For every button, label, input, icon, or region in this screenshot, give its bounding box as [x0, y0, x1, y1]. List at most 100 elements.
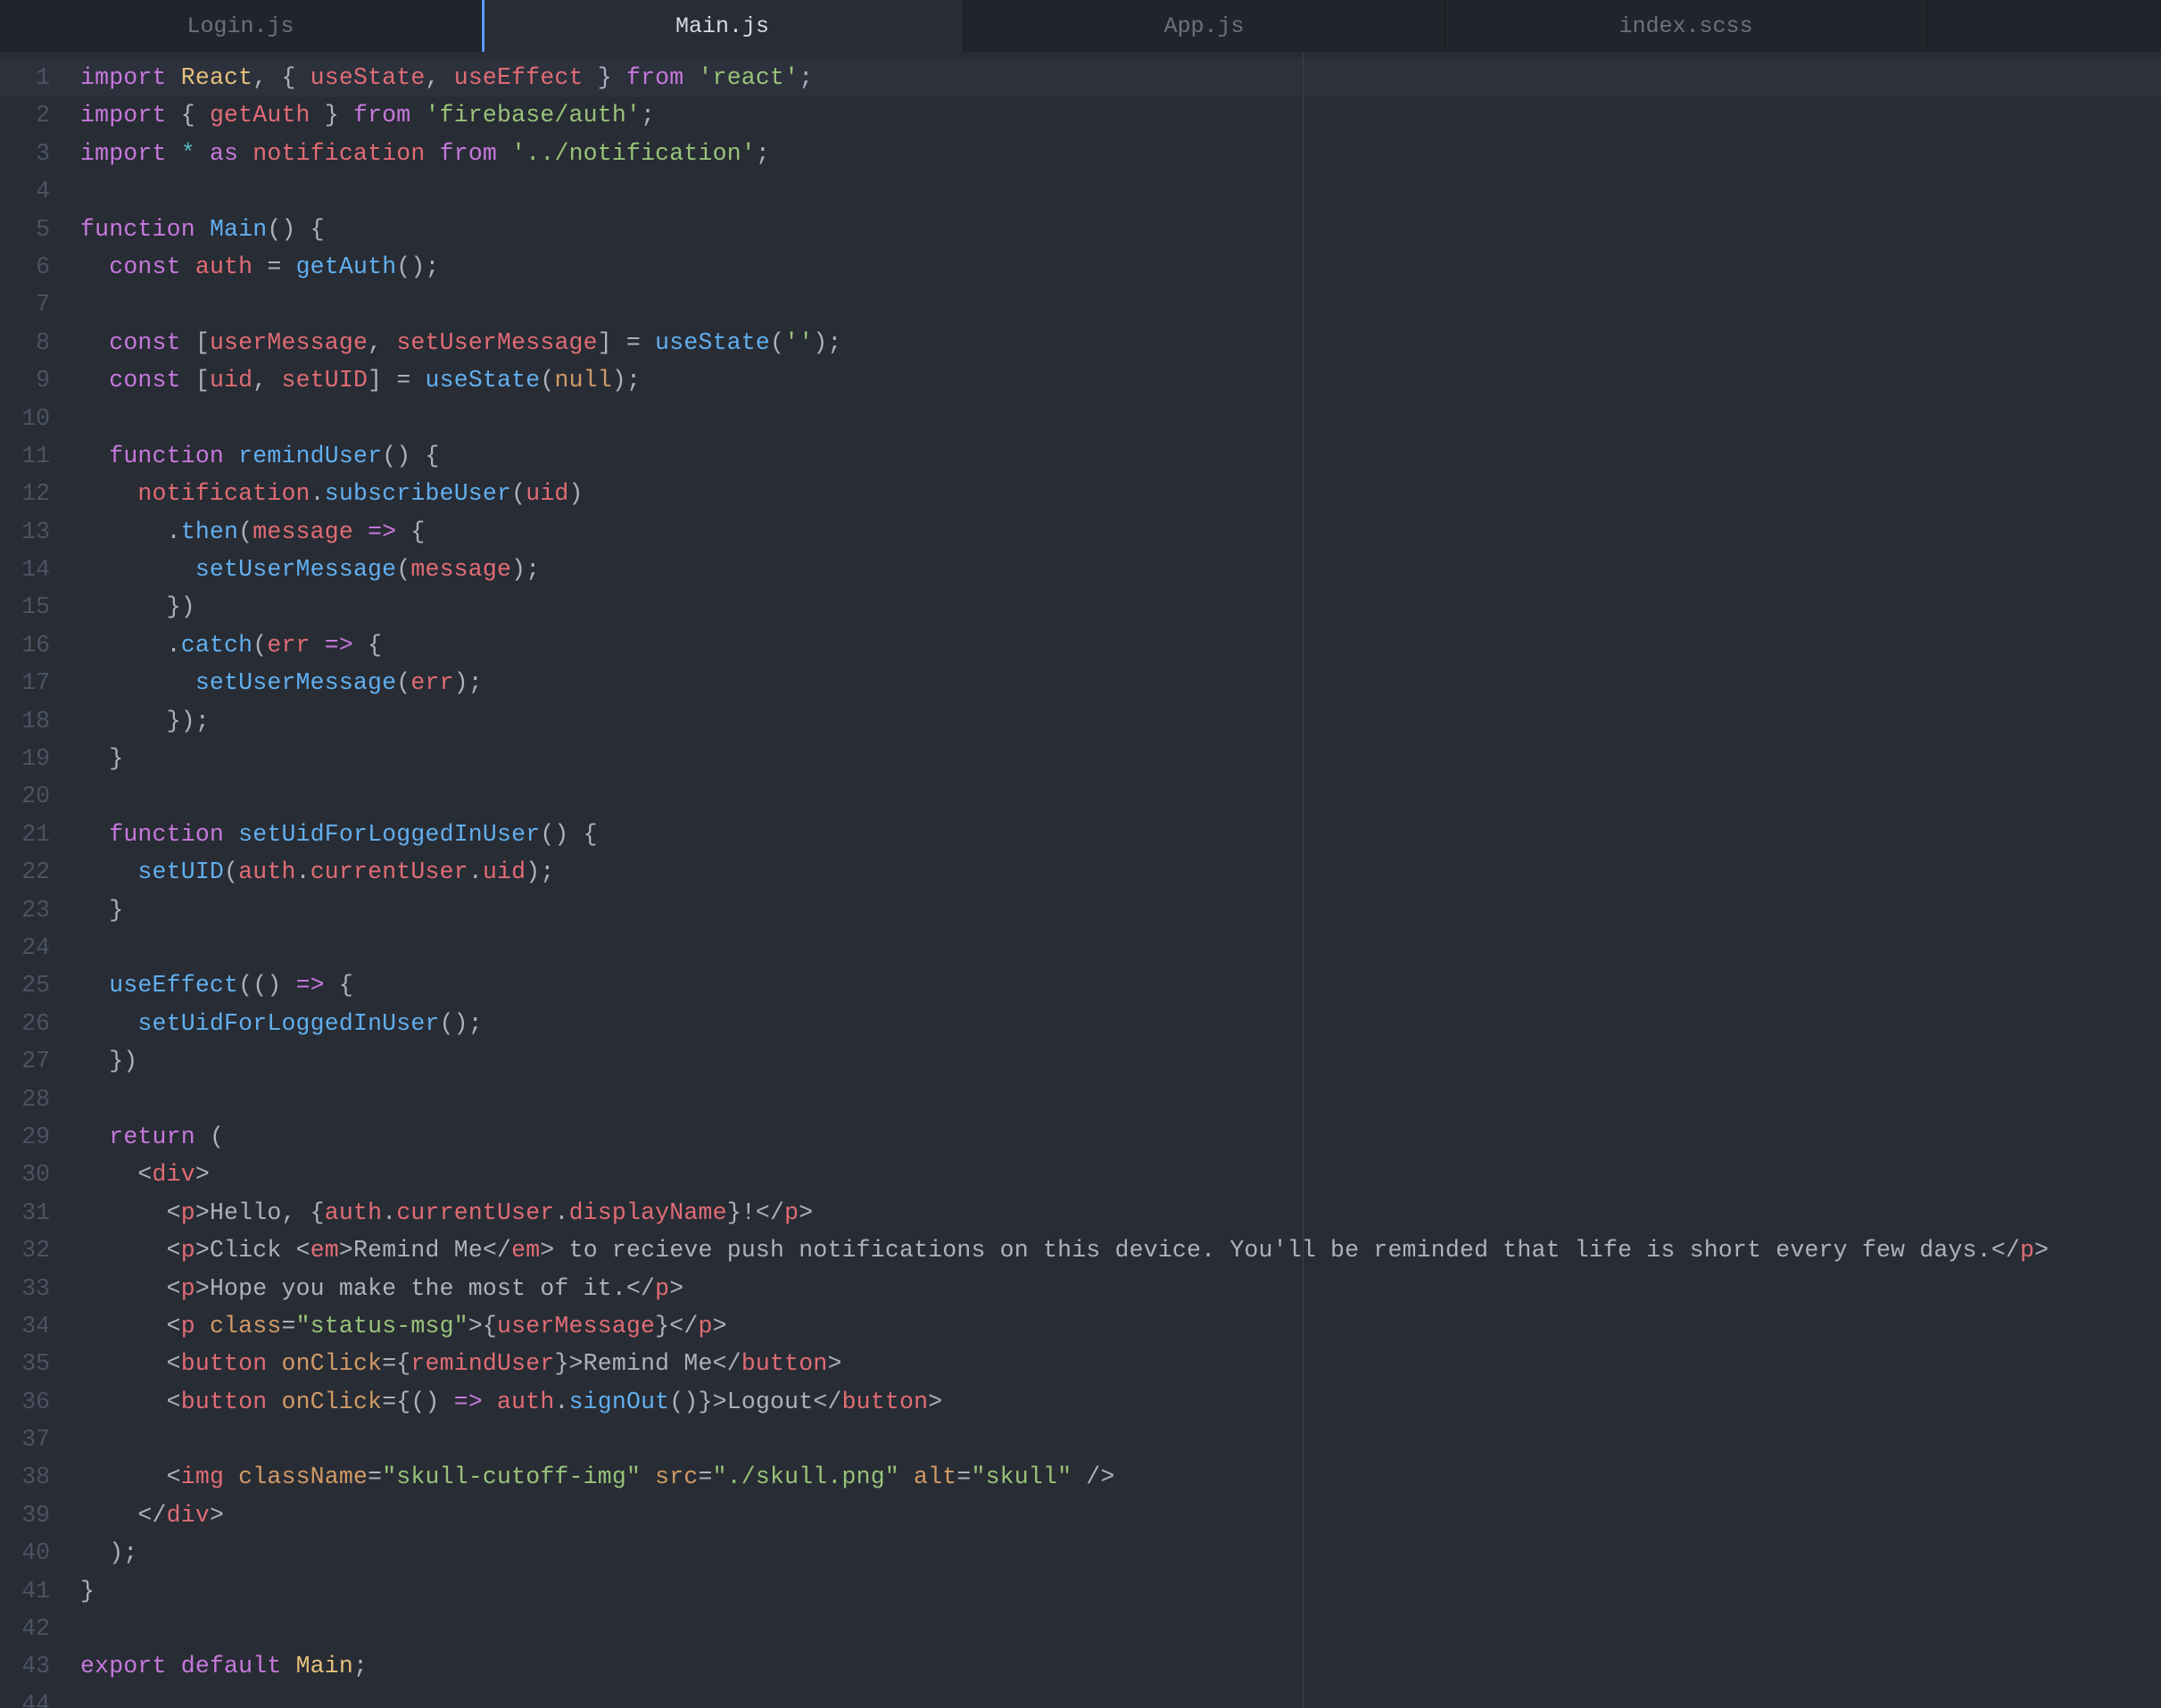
code-line: function Main() { [80, 211, 2161, 248]
tab-index-scss[interactable]: index.scss [1445, 0, 1927, 52]
line-number: 18 [0, 702, 64, 740]
line-number: 8 [0, 324, 64, 361]
line-number: 37 [0, 1421, 64, 1458]
code-line [80, 400, 2161, 437]
line-number: 22 [0, 853, 64, 891]
line-number: 28 [0, 1081, 64, 1118]
line-number: 10 [0, 400, 64, 437]
code-line [80, 172, 2161, 210]
code-line: .then(message => { [80, 513, 2161, 551]
code-line: import React, { useState, useEffect } fr… [80, 59, 2161, 96]
line-number: 32 [0, 1231, 64, 1269]
code-line: useEffect(() => { [80, 966, 2161, 1004]
tab-app-js[interactable]: App.js [964, 0, 1445, 52]
line-number: 29 [0, 1118, 64, 1156]
code-line: }); [80, 702, 2161, 740]
code-line: }) [80, 588, 2161, 626]
line-number: 14 [0, 551, 64, 588]
code-line [80, 286, 2161, 323]
code-line: <p class="status-msg">{userMessage}</p> [80, 1307, 2161, 1345]
line-number: 31 [0, 1194, 64, 1231]
code-line: setUserMessage(err); [80, 664, 2161, 701]
line-number: 6 [0, 248, 64, 286]
line-number: 25 [0, 966, 64, 1004]
code-line [80, 1081, 2161, 1118]
code-line: export default Main; [80, 1647, 2161, 1685]
line-number: 1 [0, 59, 64, 96]
code-line: setUID(auth.currentUser.uid); [80, 853, 2161, 891]
line-number: 34 [0, 1307, 64, 1345]
line-number: 30 [0, 1156, 64, 1193]
line-number: 43 [0, 1647, 64, 1685]
code-line: return ( [80, 1118, 2161, 1156]
line-number: 20 [0, 777, 64, 815]
line-number: 26 [0, 1005, 64, 1042]
line-number: 42 [0, 1610, 64, 1647]
line-number: 17 [0, 664, 64, 701]
code-line: <button onClick={() => auth.signOut()}>L… [80, 1383, 2161, 1421]
line-number: 15 [0, 588, 64, 626]
line-number: 11 [0, 437, 64, 475]
code-line: } [80, 891, 2161, 929]
code-line: ); [80, 1534, 2161, 1571]
tab-label: Login.js [186, 13, 294, 39]
line-number: 40 [0, 1534, 64, 1571]
tab-bar: Login.js Main.js App.js index.scss [0, 0, 2161, 52]
line-number: 19 [0, 740, 64, 777]
tab-label: index.scss [1619, 13, 1752, 39]
code-line: <p>Click <em>Remind Me</em> to recieve p… [80, 1231, 2161, 1269]
line-number: 13 [0, 513, 64, 551]
code-line: function remindUser() { [80, 437, 2161, 475]
line-number: 27 [0, 1042, 64, 1080]
code-content[interactable]: import React, { useState, useEffect } fr… [64, 52, 2161, 1708]
code-line: </div> [80, 1497, 2161, 1534]
code-line: setUserMessage(message); [80, 551, 2161, 588]
code-line: import * as notification from '../notifi… [80, 135, 2161, 172]
editor-area[interactable]: 1234567891011121314151617181920212223242… [0, 52, 2161, 1708]
line-number: 7 [0, 286, 64, 323]
code-line: function setUidForLoggedInUser() { [80, 816, 2161, 853]
line-number: 24 [0, 929, 64, 966]
tab-label: App.js [1163, 13, 1244, 39]
line-number: 36 [0, 1383, 64, 1421]
code-line: } [80, 740, 2161, 777]
line-number: 21 [0, 816, 64, 853]
code-line [80, 777, 2161, 815]
line-number: 35 [0, 1345, 64, 1382]
line-number: 2 [0, 96, 64, 134]
code-line: import { getAuth } from 'firebase/auth'; [80, 96, 2161, 134]
tab-label: Main.js [675, 13, 769, 39]
line-number: 41 [0, 1572, 64, 1610]
code-line: const [userMessage, setUserMessage] = us… [80, 324, 2161, 361]
code-line: <button onClick={remindUser}>Remind Me</… [80, 1345, 2161, 1382]
line-number: 44 [0, 1686, 64, 1708]
line-number: 9 [0, 361, 64, 399]
code-line: }) [80, 1042, 2161, 1080]
line-number: 5 [0, 211, 64, 248]
code-line: const [uid, setUID] = useState(null); [80, 361, 2161, 399]
code-line [80, 1610, 2161, 1647]
line-number-gutter: 1234567891011121314151617181920212223242… [0, 52, 64, 1708]
line-number: 16 [0, 626, 64, 664]
code-line: } [80, 1572, 2161, 1610]
line-number: 4 [0, 172, 64, 210]
line-number: 12 [0, 475, 64, 512]
line-number: 33 [0, 1270, 64, 1307]
code-line: const auth = getAuth(); [80, 248, 2161, 286]
line-number: 39 [0, 1497, 64, 1534]
code-line: setUidForLoggedInUser(); [80, 1005, 2161, 1042]
code-line: <p>Hope you make the most of it.</p> [80, 1270, 2161, 1307]
code-line: <div> [80, 1156, 2161, 1193]
code-line [80, 1686, 2161, 1708]
line-number: 23 [0, 891, 64, 929]
code-line [80, 929, 2161, 966]
code-line: <p>Hello, {auth.currentUser.displayName}… [80, 1194, 2161, 1231]
tab-login-js[interactable]: Login.js [0, 0, 482, 52]
line-number: 38 [0, 1458, 64, 1496]
code-line: notification.subscribeUser(uid) [80, 475, 2161, 512]
line-number: 3 [0, 135, 64, 172]
code-line: .catch(err => { [80, 626, 2161, 664]
tab-main-js[interactable]: Main.js [482, 0, 964, 52]
code-line: <img className="skull-cutoff-img" src=".… [80, 1458, 2161, 1496]
code-line [80, 1421, 2161, 1458]
